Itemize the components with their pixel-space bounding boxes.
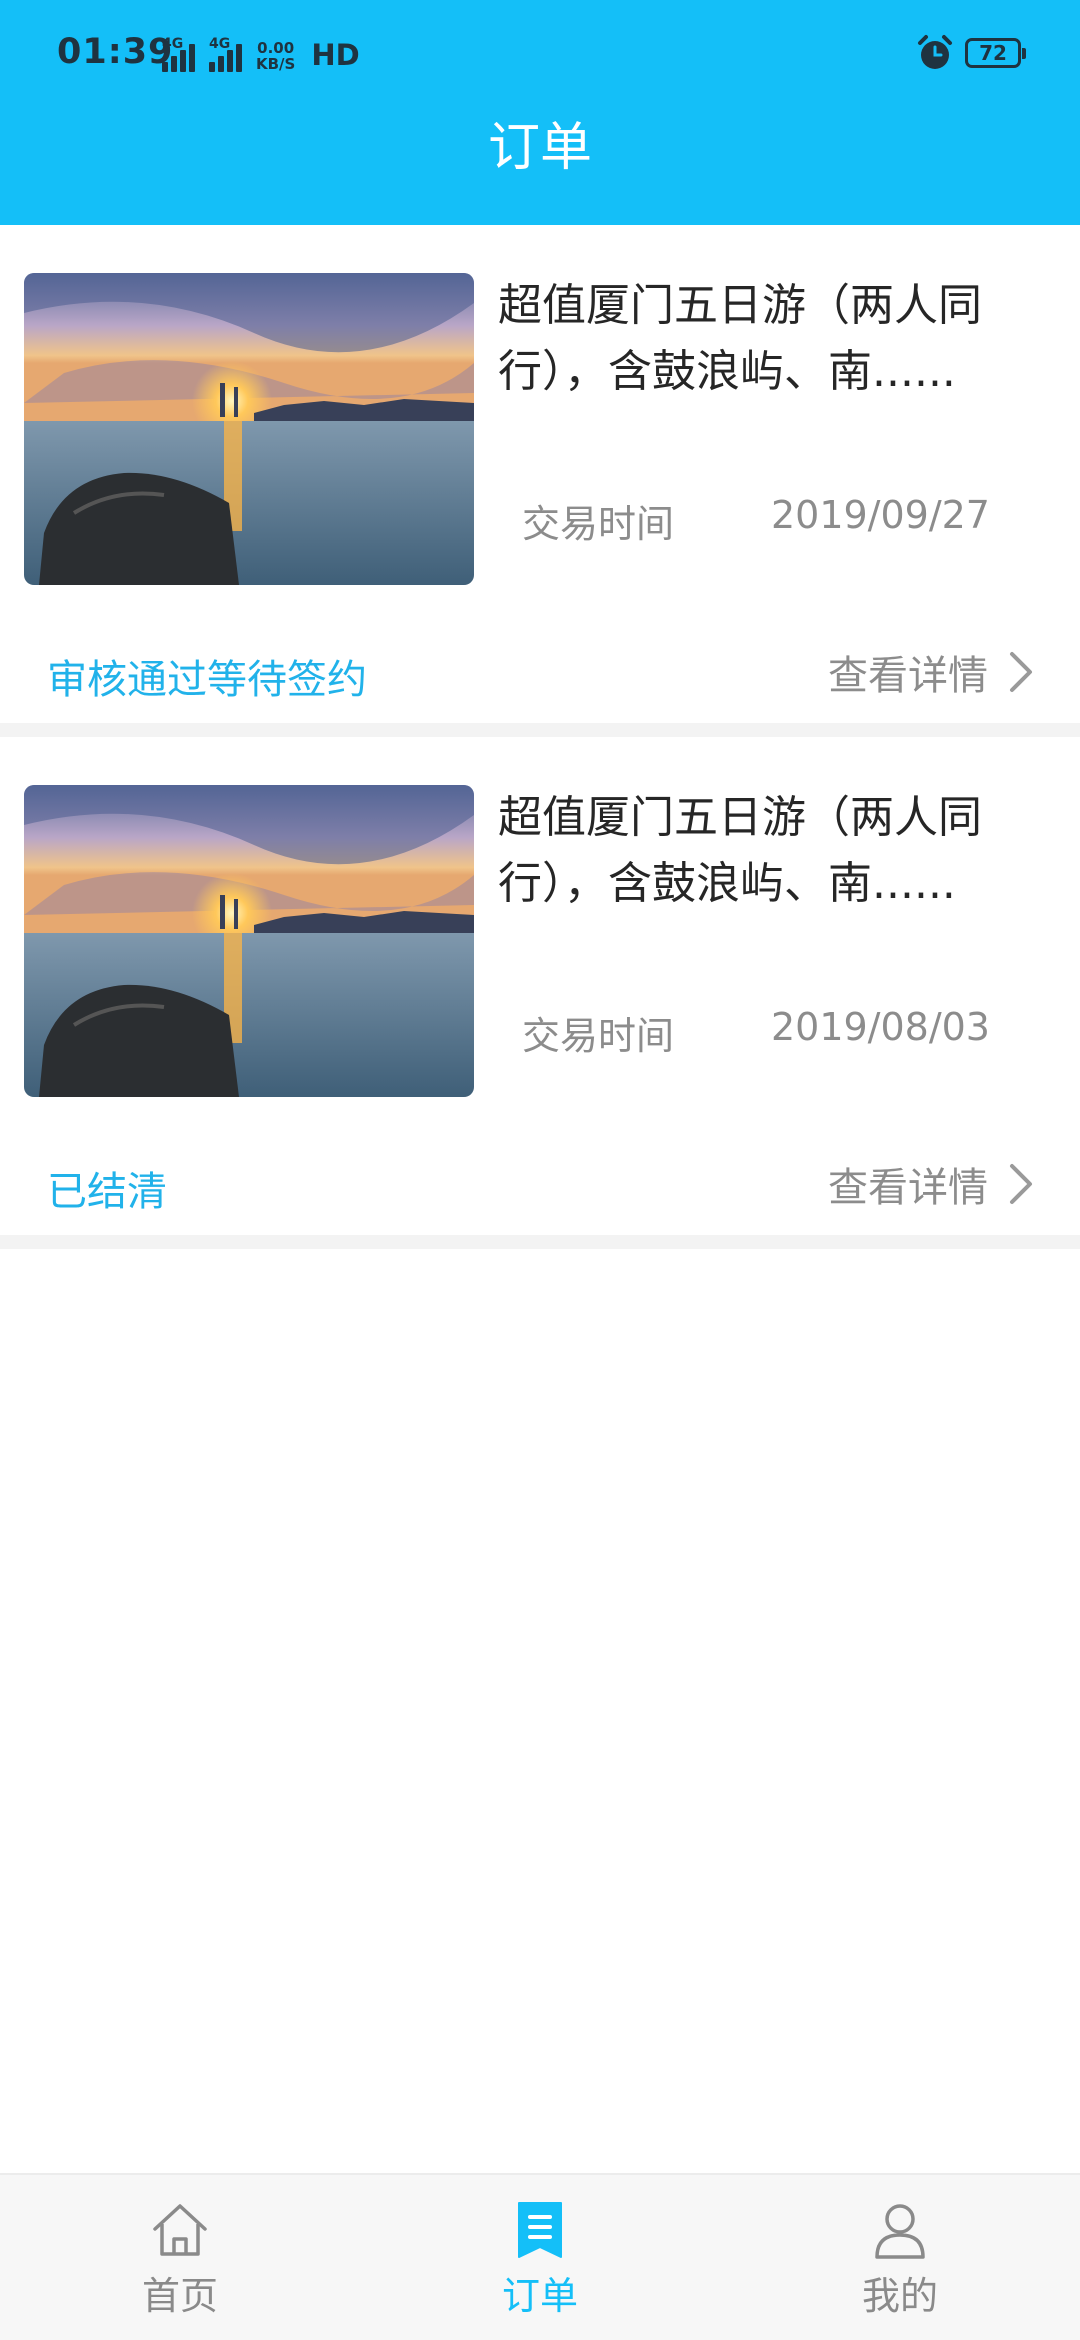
order-thumbnail <box>24 273 474 585</box>
chevron-right-icon <box>1010 1164 1032 1204</box>
order-status: 审核通过等待签约 <box>47 657 367 703</box>
home-icon <box>153 2204 207 2256</box>
view-details-label: 查看详情 <box>828 1165 988 1211</box>
order-card[interactable]: 超值厦门五日游（两人同行），含鼓浪屿、南...... 交易时间 2019/08/… <box>0 737 1080 1249</box>
hd-indicator: HD <box>311 38 360 72</box>
signal-2-icon: 4G <box>209 36 242 72</box>
status-bar: 01:39 4G 4G 0.00 KB/S HD 72 <box>0 0 1080 108</box>
battery-icon: 72 <box>965 38 1026 68</box>
signal-1-icon: 4G <box>162 36 195 72</box>
order-time-label: 交易时间 <box>522 502 675 546</box>
orders-screen: 01:39 4G 4G 0.00 KB/S HD 72 订单 超值厦门五日游（两… <box>0 0 1080 2340</box>
view-details-label: 查看详情 <box>828 653 988 699</box>
order-list: 超值厦门五日游（两人同行），含鼓浪屿、南...... 交易时间 2019/09/… <box>0 225 1080 1249</box>
view-details-link[interactable]: 查看详情 <box>828 1155 1036 1213</box>
user-icon <box>875 2204 925 2259</box>
order-date: 2019/09/27 <box>770 493 990 537</box>
nav-label-orders: 订单 <box>501 2274 578 2318</box>
order-title: 超值厦门五日游（两人同行），含鼓浪屿、南...... <box>498 792 982 909</box>
nav-label-home: 首页 <box>141 2274 218 2318</box>
order-time-label: 交易时间 <box>522 1014 675 1058</box>
order-icon <box>518 2202 562 2258</box>
order-date: 2019/08/03 <box>770 1005 990 1049</box>
chevron-right-icon <box>1010 652 1032 692</box>
nav-item-home[interactable]: 首页 <box>0 2175 360 2340</box>
order-card[interactable]: 超值厦门五日游（两人同行），含鼓浪屿、南...... 交易时间 2019/09/… <box>0 225 1080 737</box>
nav-item-orders[interactable]: 订单 <box>360 2175 720 2340</box>
nav-label-mine: 我的 <box>861 2274 938 2318</box>
status-time: 01:39 <box>57 32 174 72</box>
order-title: 超值厦门五日游（两人同行），含鼓浪屿、南...... <box>498 280 982 397</box>
view-details-link[interactable]: 查看详情 <box>828 643 1036 701</box>
order-status: 已结清 <box>47 1169 167 1215</box>
status-signals: 4G 4G 0.00 KB/S HD <box>162 32 360 72</box>
page-title: 订单 <box>487 118 592 178</box>
header: 01:39 4G 4G 0.00 KB/S HD 72 订单 <box>0 0 1080 225</box>
order-thumbnail <box>24 785 474 1097</box>
nav-item-mine[interactable]: 我的 <box>720 2175 1080 2340</box>
bottom-nav: 首页 订单 我的 <box>0 2173 1080 2340</box>
net-speed: 0.00 KB/S <box>256 39 296 73</box>
alarm-icon <box>918 35 952 69</box>
